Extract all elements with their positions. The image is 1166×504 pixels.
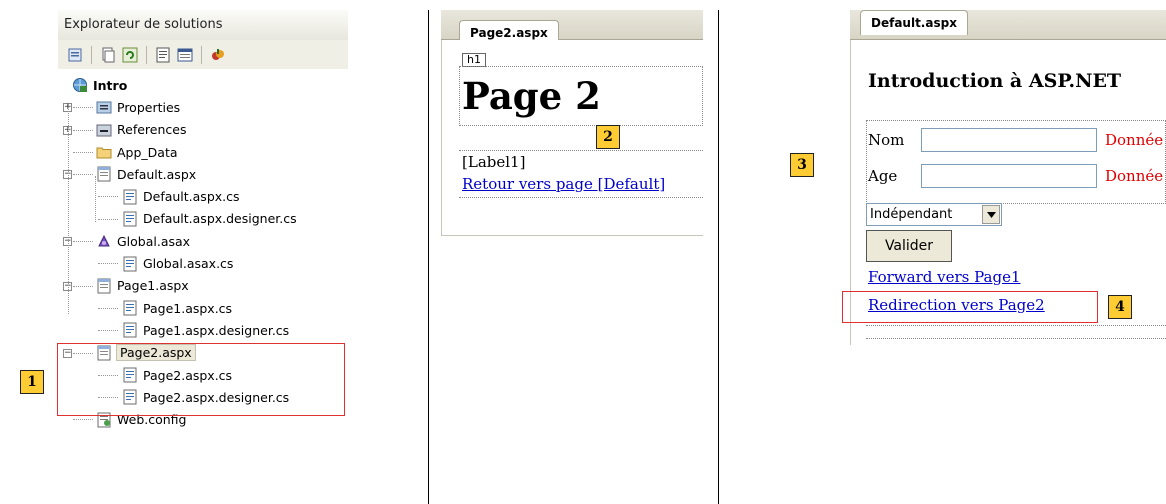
toolbar-separator: [201, 45, 202, 64]
nom-label: Nom: [868, 131, 905, 149]
refresh-icon[interactable]: [121, 46, 139, 64]
callout-badge-2: 2: [596, 125, 620, 149]
h1-tag-indicator: h1: [462, 53, 486, 67]
tree-item-references[interactable]: + References: [58, 119, 348, 141]
tree-item-label: Page1.aspx: [117, 278, 189, 294]
tree-item-app-data[interactable]: App_Data: [58, 141, 348, 163]
properties-icon[interactable]: [66, 46, 84, 64]
project-label: Intro: [93, 77, 128, 93]
tree-item-label: Page1.aspx.designer.cs: [143, 322, 290, 338]
properties-folder-icon: [96, 99, 112, 115]
divider-right: [718, 10, 719, 504]
code-file-icon: [122, 322, 138, 338]
toolbar-separator: [91, 45, 92, 64]
redirect-page2-link[interactable]: Redirection vers Page2: [868, 296, 1045, 314]
tree-line: [98, 196, 118, 198]
back-to-default-link[interactable]: Retour vers page [Default]: [462, 175, 665, 193]
valider-button[interactable]: Valider: [866, 230, 952, 262]
view-code-icon[interactable]: [154, 46, 172, 64]
references-folder-icon: [96, 122, 112, 138]
status-select[interactable]: Indépendant: [866, 203, 1002, 226]
form-bottom-frame: [866, 325, 1166, 339]
tree-item-label: Default.aspx: [117, 166, 197, 182]
age-input[interactable]: [921, 164, 1097, 188]
toolbar-separator: [146, 45, 147, 64]
tree-item-page1-designer-cs[interactable]: Page1.aspx.designer.cs: [58, 319, 348, 341]
tree-item-label: Page1.aspx.cs: [143, 300, 233, 316]
tree-line: [68, 104, 69, 314]
tree-item-default-designer-cs[interactable]: Default.aspx.designer.cs: [58, 208, 348, 230]
page2-heading: Page 2: [462, 74, 601, 118]
nom-input[interactable]: [921, 128, 1097, 152]
status-select-value: Indépendant: [870, 207, 953, 222]
tab-default-aspx[interactable]: Default.aspx: [860, 10, 968, 35]
folder-icon: [96, 144, 112, 160]
tree-item-page1-aspx[interactable]: − Page1.aspx: [58, 275, 348, 297]
callout-badge-1: 1: [20, 370, 44, 394]
solution-explorer-toolbar: [58, 40, 348, 70]
age-error-label: Donnée: [1105, 167, 1164, 185]
tree-line: [98, 330, 118, 332]
aspx-file-icon: [96, 278, 112, 294]
tree-item-label: Global.asax: [117, 233, 191, 249]
code-file-icon: [122, 256, 138, 272]
aspx-file-icon: [96, 166, 112, 182]
tree-line: [98, 218, 118, 220]
tree-item-global-asax-cs[interactable]: Global.asax.cs: [58, 252, 348, 274]
tree-item-default-aspx[interactable]: − Default.aspx: [58, 163, 348, 185]
show-all-files-icon[interactable]: [99, 46, 117, 64]
tree-line: [73, 151, 93, 153]
code-file-icon: [122, 300, 138, 316]
tree-item-properties[interactable]: + Properties: [58, 96, 348, 118]
forward-page1-link[interactable]: Forward vers Page1: [868, 268, 1020, 286]
tree-line: [73, 129, 93, 131]
code-file-icon: [122, 189, 138, 205]
tree-line: [73, 419, 93, 421]
tree-line: [98, 263, 118, 265]
project-node[interactable]: Intro: [58, 74, 348, 96]
tree-item-label: Global.asax.cs: [143, 256, 234, 272]
highlight-box-page2: [57, 343, 345, 416]
nom-error-label: Donnée: [1105, 131, 1164, 149]
tree-line: [73, 107, 93, 109]
default-heading: Introduction à ASP.NET: [868, 70, 1122, 92]
class-view-icon[interactable]: [209, 46, 227, 64]
tree-item-label: Default.aspx.cs: [143, 189, 240, 205]
tree-item-label: References: [117, 122, 187, 138]
web-project-icon: [72, 77, 88, 93]
chevron-down-icon[interactable]: [982, 205, 1000, 224]
tree-line: [95, 176, 96, 222]
view-designer-icon[interactable]: [176, 46, 194, 64]
divider-left: [428, 10, 429, 504]
age-label: Age: [868, 167, 898, 185]
callout-badge-3: 3: [790, 153, 814, 177]
code-file-icon: [122, 211, 138, 227]
solution-explorer-title: Explorateur de solutions: [58, 10, 348, 40]
tree-line: [73, 285, 93, 287]
tree-line: [73, 241, 93, 243]
global-asax-icon: [96, 233, 112, 249]
tree-line: [98, 307, 118, 309]
tree-item-default-aspx-cs[interactable]: Default.aspx.cs: [58, 185, 348, 207]
tree-item-label: Properties: [117, 99, 181, 115]
tree-item-global-asax[interactable]: − Global.asax: [58, 230, 348, 252]
tree-item-page1-aspx-cs[interactable]: Page1.aspx.cs: [58, 297, 348, 319]
tree-item-label: App_Data: [117, 144, 178, 160]
callout-badge-4: 4: [1108, 295, 1132, 319]
tree-line: [73, 174, 93, 176]
tree-item-label: Default.aspx.designer.cs: [143, 211, 297, 227]
